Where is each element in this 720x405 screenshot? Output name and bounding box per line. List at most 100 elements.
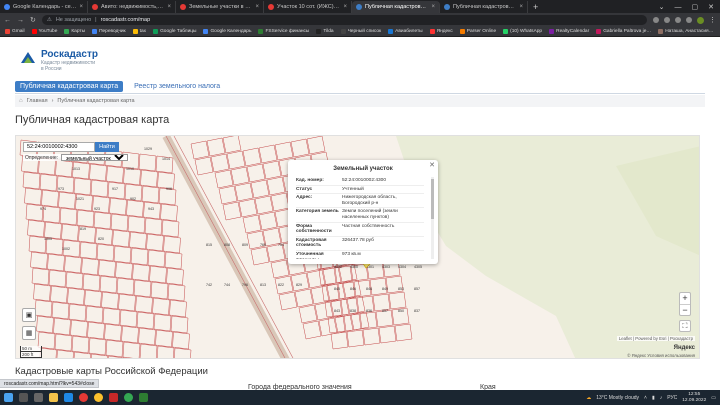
parcel-number-label: 4304 [398, 265, 406, 269]
bookmark-item[interactable]: Яндекс [429, 29, 453, 34]
close-window-button[interactable]: ✕ [708, 3, 714, 11]
browser-tab[interactable]: Публичная кадастровая карта× [440, 1, 528, 13]
extensions-puzzle-icon[interactable] [686, 17, 692, 23]
close-tab-icon[interactable]: × [431, 4, 435, 10]
cadastral-map[interactable]: 1031103010131017101610101029101497497310… [15, 135, 700, 359]
close-tab-icon[interactable]: × [255, 4, 259, 10]
popup-row: Форма собственности Частная собственность [296, 223, 424, 237]
notifications-icon[interactable]: ▭ [711, 395, 716, 401]
close-icon[interactable]: ✕ [429, 161, 435, 169]
search-icon[interactable] [19, 393, 28, 402]
chrome-icon[interactable] [124, 393, 133, 402]
yandex-terms-link[interactable]: © Яндекс Условия использования [627, 353, 695, 358]
parcel-number-label: 815 [206, 243, 212, 247]
new-tab-button[interactable]: + [528, 1, 543, 13]
language-indicator[interactable]: РУС [667, 395, 677, 401]
bookmark-item[interactable]: Google Календарь [203, 29, 251, 34]
parcel-number-label: 796 [242, 283, 248, 287]
close-tab-icon[interactable]: × [79, 4, 83, 10]
popup-scrollbar[interactable] [431, 177, 434, 259]
popup-row-key: Кадастровая стоимость [296, 237, 327, 249]
reload-icon[interactable]: ↻ [30, 16, 36, 24]
ruler-icon[interactable]: ▣ [22, 308, 36, 322]
bookmark-item[interactable]: Карты [64, 29, 85, 34]
section-title: Кадастровые карты Российской Федерации [15, 366, 208, 377]
bookmark-item[interactable]: RealtyCalendar [549, 29, 589, 34]
close-tab-icon[interactable]: × [167, 4, 171, 10]
bookmark-item[interactable]: Gabriella Paltrova je… [596, 29, 651, 34]
browser-tab[interactable]: Участок 10 сот. (ИЖС) на прода…× [264, 1, 352, 13]
parcel-number-label: 1002 [62, 247, 70, 251]
bookmark-item[interactable]: Tilda [316, 29, 334, 34]
bookmark-item[interactable]: Авиабилеты [388, 29, 423, 34]
maximize-button[interactable]: ▢ [692, 3, 699, 11]
forward-icon[interactable]: → [17, 17, 24, 24]
zoom-in-button[interactable]: + [680, 293, 690, 304]
browser-tab-active[interactable]: Публичная кадастровая карта× [352, 1, 440, 13]
browser-tab[interactable]: Авито: недвижимость, транспорт…× [88, 1, 176, 13]
parcel-number-label: 902 [130, 197, 136, 201]
share-icon[interactable] [653, 17, 659, 23]
bookmark-item[interactable]: FSService финансы [258, 29, 309, 34]
bookmark-item[interactable]: Переводчик [92, 29, 126, 34]
tab-search-icon[interactable]: ⌄ [659, 3, 665, 11]
bookmark-favicon-icon [388, 29, 394, 34]
profile-avatar[interactable] [697, 16, 704, 24]
yandex-browser-icon[interactable] [94, 393, 103, 402]
breadcrumb-home[interactable]: Главная [27, 98, 48, 104]
browser-tab[interactable]: Земельные участки в Нижнем Н…× [176, 1, 264, 13]
windows-start-icon[interactable] [4, 393, 13, 402]
close-tab-icon[interactable]: × [343, 4, 347, 10]
bookmark-favicon-icon [132, 29, 138, 34]
app-icon[interactable] [139, 393, 148, 402]
fullscreen-button[interactable]: ⛶ [679, 320, 691, 332]
parcel-shape[interactable] [125, 357, 142, 359]
bookmark-item[interactable]: Наташа, Анастасия… [658, 29, 713, 34]
map-search: Найти [23, 142, 119, 152]
bookmark-favicon-icon [459, 29, 465, 34]
task-view-icon[interactable] [34, 393, 43, 402]
opera-icon[interactable] [79, 393, 88, 402]
zoom-out-button[interactable]: − [680, 304, 690, 315]
star-icon[interactable] [664, 17, 670, 23]
bookmark-item[interactable]: YouTube [31, 29, 57, 34]
tray-chevron-icon[interactable]: ˄ [644, 395, 647, 401]
parcel-number-label: 820 [98, 237, 104, 241]
volume-icon[interactable]: ♪ [660, 395, 663, 401]
parcel-number-label: 849 [382, 287, 388, 291]
close-tab-icon[interactable]: × [519, 4, 523, 10]
parcel-number-label: 1013 [72, 167, 80, 171]
omnibox[interactable]: ⚠ Не защищено | roscadastr.com/map [41, 15, 647, 25]
bookmark-item[interactable]: (10) WhatsApp [503, 29, 542, 34]
nav-public-map[interactable]: Публичная кадастровая карта [15, 81, 124, 92]
browser-tab[interactable]: Google Календарь - сентябрь 2…× [0, 1, 88, 13]
bookmark-item[interactable]: Черный список [340, 29, 381, 34]
edge-icon[interactable] [64, 393, 73, 402]
define-select[interactable]: земельный участок [61, 154, 129, 161]
weather-text[interactable]: 13°C Mostly cloudy [596, 395, 639, 401]
not-secure-label: Не защищено [55, 17, 92, 23]
tab-favicon-icon [92, 4, 98, 10]
back-icon[interactable]: ← [4, 17, 11, 24]
parcel-number-label: 4303 [382, 265, 390, 269]
extension-icon[interactable] [675, 17, 681, 23]
search-button[interactable]: Найти [95, 142, 119, 152]
bookmark-item[interactable]: Google Таблицы [153, 29, 196, 34]
popup-title: Земельный участок [333, 166, 393, 172]
parcel-number-label: 923 [94, 207, 100, 211]
nav-land-tax-registry[interactable]: Реестр земельного налога [129, 81, 225, 92]
app-icon[interactable] [109, 393, 118, 402]
network-icon[interactable]: ▮ [652, 395, 655, 401]
file-explorer-icon[interactable] [49, 393, 58, 402]
menu-kebab-icon[interactable]: ⋮ [709, 16, 716, 24]
layers-button[interactable]: ▦ [22, 326, 36, 340]
minimize-button[interactable]: — [675, 4, 682, 11]
bookmark-item[interactable]: Gmail [5, 29, 25, 34]
bookmark-item[interactable]: tax [132, 29, 146, 34]
clock[interactable]: 12:55 12.09.2022 [682, 392, 706, 403]
bookmark-favicon-icon [64, 29, 70, 34]
bookmark-item[interactable]: Parser Online [459, 29, 496, 34]
map-attribution[interactable]: Leaflet | Powered by Esri | Роскадастр [616, 336, 695, 341]
cadastral-number-input[interactable] [23, 142, 95, 152]
site-logo[interactable]: Роскадастр Кадастр недвижимости в России [19, 49, 98, 72]
